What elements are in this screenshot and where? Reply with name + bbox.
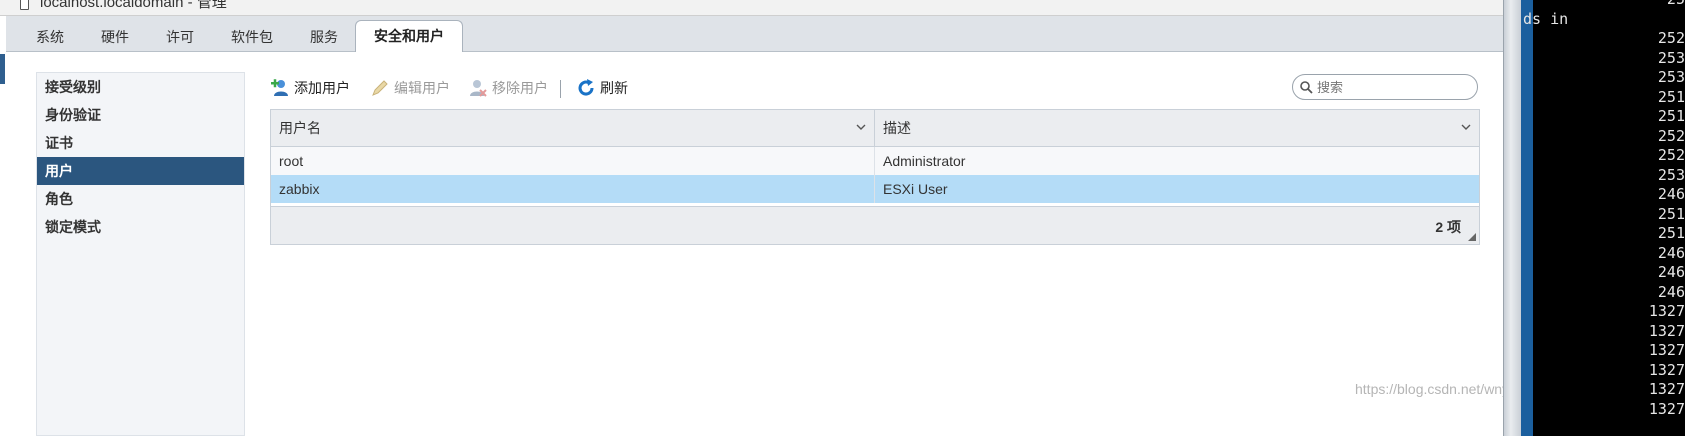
content-area: 接受级别 身份验证 证书 用户 角色 锁定模式 添加用户 编辑用户 移除用户 刷…	[6, 52, 1615, 436]
host-icon	[20, 0, 29, 10]
terminal-line: 253	[1648, 68, 1685, 86]
search-box	[1292, 74, 1478, 100]
chevron-down-icon[interactable]	[1461, 122, 1471, 132]
table-row[interactable]: root Administrator	[271, 147, 1479, 175]
column-header-description[interactable]: 描述	[875, 110, 1479, 146]
column-header-description-label: 描述	[883, 120, 911, 136]
terminal-line: 253	[1648, 165, 1685, 184]
window-title: localhost.localdomain - 管理	[40, 0, 227, 11]
remove-user-label: 移除用户	[492, 80, 548, 96]
resize-grip-icon[interactable]	[1468, 233, 1476, 241]
sidebar-item-authentication[interactable]: 身份验证	[37, 101, 244, 129]
terminal-line: 246	[1648, 243, 1685, 262]
terminal-line: 252	[1648, 146, 1685, 164]
tab-security-users[interactable]: 安全和用户	[355, 20, 463, 53]
item-count: 2 项	[1435, 219, 1461, 235]
toolbar-separator	[560, 80, 561, 98]
left-edge-accent	[0, 54, 5, 84]
column-header-username[interactable]: 用户名	[271, 110, 875, 146]
refresh-icon	[578, 79, 594, 96]
cell-description: Administrator	[883, 153, 966, 169]
cell-username: root	[271, 147, 875, 175]
tab-bar: 系统 硬件 许可 软件包 服务 安全和用户	[6, 16, 1615, 53]
sidebar-item-lockdown-mode[interactable]: 锁定模式	[37, 213, 244, 241]
terminal-line: 253	[1648, 48, 1685, 67]
terminal-line: 246	[1648, 185, 1685, 203]
cell-description: ESXi User	[883, 181, 948, 197]
sidebar-item-roles[interactable]: 角色	[37, 185, 244, 213]
terminal-line: 1327	[1648, 321, 1685, 340]
sidebar-item-users[interactable]: 用户	[37, 157, 244, 185]
column-header-username-label: 用户名	[279, 120, 321, 136]
tab-packages[interactable]: 软件包	[213, 22, 291, 52]
refresh-button[interactable]: 刷新	[576, 74, 628, 102]
terminal-line: ds in	[1523, 9, 1569, 28]
add-user-button[interactable]: 添加用户	[270, 74, 350, 102]
sidebar: 接受级别 身份验证 证书 用户 角色 锁定模式	[36, 72, 245, 436]
add-user-icon	[271, 79, 288, 96]
cell-username: zabbix	[271, 175, 875, 203]
terminal-line: 251	[1648, 87, 1685, 106]
terminal-output: 25ds in 252 253 253 251 251 252 252 253 …	[1521, 0, 1685, 419]
terminal-line: 251	[1648, 224, 1685, 242]
add-user-label: 添加用户	[294, 80, 350, 96]
terminal-line: 246	[1648, 282, 1685, 301]
terminal-line: 246	[1648, 263, 1685, 281]
chevron-down-icon[interactable]	[856, 122, 866, 132]
tab-services[interactable]: 服务	[292, 22, 356, 52]
terminal-line: 251	[1648, 204, 1685, 223]
edit-user-button[interactable]: 编辑用户	[370, 74, 450, 102]
table-footer: 2 项	[271, 206, 1479, 244]
terminal-window: 25ds in 252 253 253 251 251 252 252 253 …	[1521, 0, 1685, 436]
sidebar-item-acceptance-level[interactable]: 接受级别	[37, 73, 244, 101]
pencil-icon	[372, 80, 388, 96]
users-table: 用户名 描述 root Administrator zabbix ESXi Us…	[270, 109, 1480, 245]
edit-user-label: 编辑用户	[394, 80, 450, 96]
search-icon	[1300, 81, 1313, 94]
window-titlebar: localhost.localdomain - 管理	[0, 0, 1615, 16]
search-input[interactable]	[1317, 79, 1467, 95]
terminal-line: 252	[1648, 29, 1685, 47]
terminal-line: 252	[1648, 126, 1685, 145]
table-header: 用户名 描述	[271, 110, 1479, 147]
terminal-line: 1327	[1648, 399, 1685, 418]
terminal-line: 25	[1521, 0, 1685, 10]
sidebar-item-certificates[interactable]: 证书	[37, 129, 244, 157]
table-row[interactable]: zabbix ESXi User	[271, 175, 1479, 203]
terminal-line: 1327	[1648, 360, 1685, 379]
window-frame-edge	[1503, 0, 1521, 436]
terminal-line: 1327	[1648, 341, 1685, 359]
tab-system[interactable]: 系统	[18, 22, 82, 52]
remove-user-button[interactable]: 移除用户	[468, 74, 548, 102]
tab-hardware[interactable]: 硬件	[83, 22, 147, 52]
tab-licensing[interactable]: 许可	[148, 22, 212, 52]
remove-user-icon	[470, 80, 487, 97]
terminal-line: 1327	[1648, 302, 1685, 320]
terminal-line: 251	[1648, 107, 1685, 125]
terminal-line: 1327	[1648, 380, 1685, 398]
refresh-label: 刷新	[600, 80, 628, 96]
